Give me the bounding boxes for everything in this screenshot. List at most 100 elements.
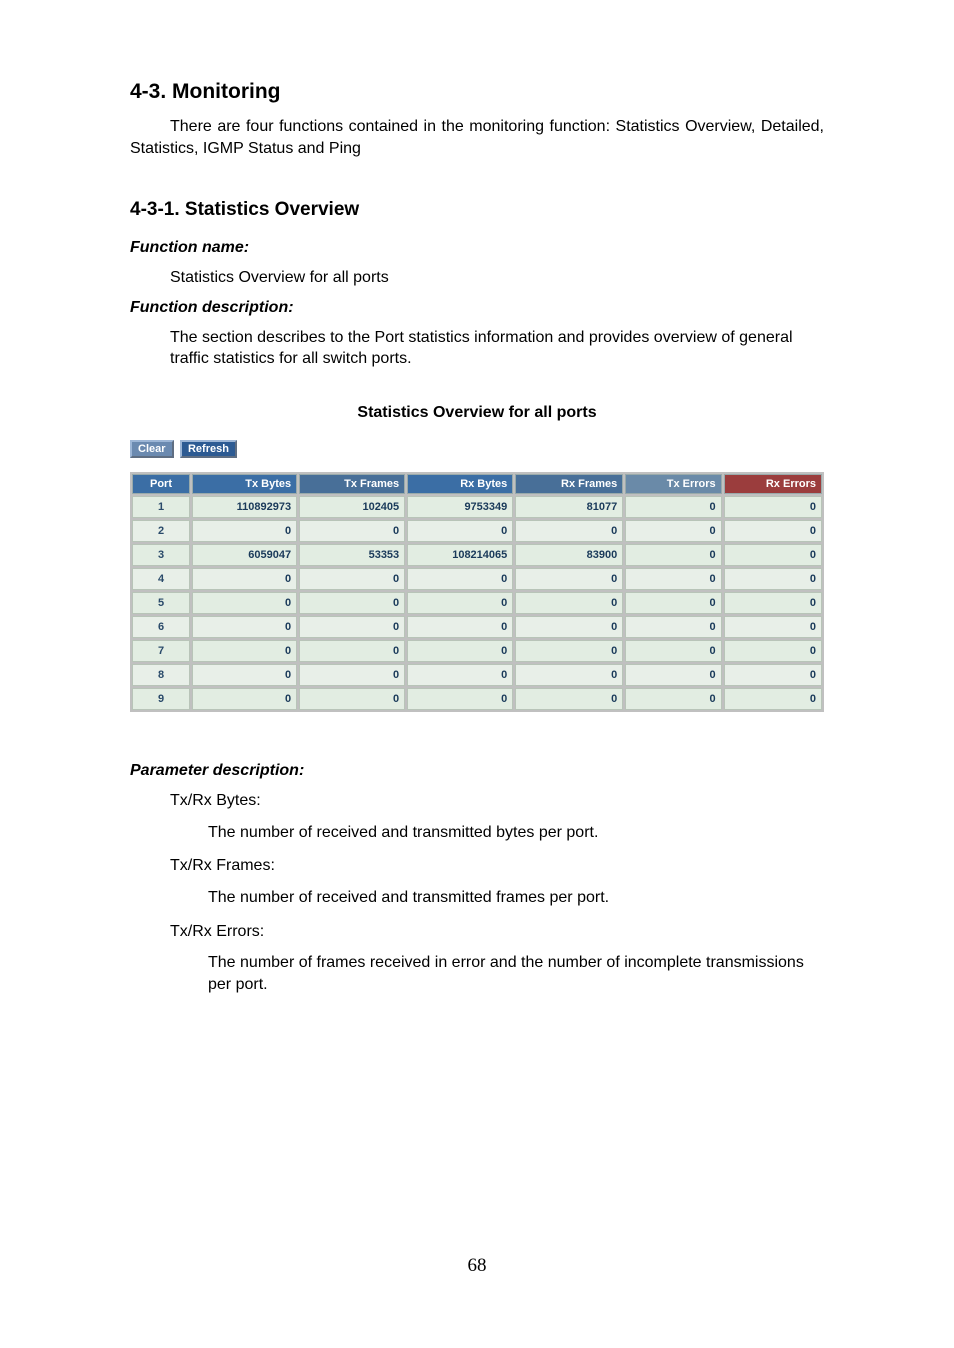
- col-tx-errors: Tx Errors: [625, 474, 721, 494]
- cell-rx_bytes: 0: [407, 568, 513, 590]
- cell-tx_errors: 0: [625, 520, 721, 542]
- cell-port: 8: [132, 664, 190, 686]
- param-name: Tx/Rx Bytes:: [170, 790, 824, 812]
- cell-rx_errors: 0: [724, 568, 822, 590]
- function-description-label: Function description:: [130, 299, 824, 317]
- table-row: 8000000: [132, 664, 822, 686]
- intro-text: There are four functions contained in th…: [130, 118, 824, 157]
- cell-tx_errors: 0: [625, 616, 721, 638]
- cell-tx_frames: 102405: [299, 496, 405, 518]
- cell-rx_errors: 0: [724, 640, 822, 662]
- cell-port: 6: [132, 616, 190, 638]
- function-name-text: Statistics Overview for all ports: [170, 267, 824, 289]
- cell-rx_errors: 0: [724, 592, 822, 614]
- cell-rx_errors: 0: [724, 664, 822, 686]
- param-desc: The number of frames received in error a…: [208, 952, 824, 995]
- cell-rx_bytes: 0: [407, 592, 513, 614]
- cell-port: 3: [132, 544, 190, 566]
- param-desc: The number of received and transmitted b…: [208, 822, 824, 844]
- col-tx-frames: Tx Frames: [299, 474, 405, 494]
- param-name: Tx/Rx Frames:: [170, 855, 824, 877]
- cell-rx_bytes: 0: [407, 520, 513, 542]
- cell-rx_errors: 0: [724, 616, 822, 638]
- cell-rx_frames: 0: [515, 592, 623, 614]
- intro-paragraph: There are four functions contained in th…: [130, 116, 824, 159]
- table-row: 9000000: [132, 688, 822, 710]
- function-name-label: Function name:: [130, 239, 824, 257]
- cell-tx_bytes: 6059047: [192, 544, 297, 566]
- cell-rx_frames: 0: [515, 664, 623, 686]
- table-header-row: Port Tx Bytes Tx Frames Rx Bytes Rx Fram…: [132, 474, 822, 494]
- cell-rx_bytes: 9753349: [407, 496, 513, 518]
- cell-rx_bytes: 0: [407, 664, 513, 686]
- cell-tx_bytes: 0: [192, 688, 297, 710]
- table-row: 7000000: [132, 640, 822, 662]
- cell-port: 4: [132, 568, 190, 590]
- cell-port: 7: [132, 640, 190, 662]
- cell-rx_errors: 0: [724, 688, 822, 710]
- cell-tx_errors: 0: [625, 544, 721, 566]
- cell-tx_errors: 0: [625, 592, 721, 614]
- cell-rx_frames: 0: [515, 688, 623, 710]
- table-row: 5000000: [132, 592, 822, 614]
- cell-tx_frames: 0: [299, 616, 405, 638]
- col-rx-bytes: Rx Bytes: [407, 474, 513, 494]
- function-description-text: The section describes to the Port statis…: [170, 327, 824, 370]
- param-desc: The number of received and transmitted f…: [208, 887, 824, 909]
- cell-tx_errors: 0: [625, 664, 721, 686]
- cell-rx_errors: 0: [724, 520, 822, 542]
- cell-rx_frames: 81077: [515, 496, 623, 518]
- cell-tx_bytes: 0: [192, 592, 297, 614]
- cell-tx_frames: 0: [299, 592, 405, 614]
- cell-tx_frames: 0: [299, 664, 405, 686]
- col-tx-bytes: Tx Bytes: [192, 474, 297, 494]
- cell-tx_bytes: 0: [192, 640, 297, 662]
- cell-tx_errors: 0: [625, 688, 721, 710]
- cell-tx_errors: 0: [625, 640, 721, 662]
- refresh-button[interactable]: Refresh: [180, 440, 237, 458]
- heading-4-3: 4-3. Monitoring: [130, 80, 824, 104]
- table-row: 2000000: [132, 520, 822, 542]
- cell-rx_frames: 83900: [515, 544, 623, 566]
- cell-tx_bytes: 0: [192, 568, 297, 590]
- statistics-overview-screenshot: Statistics Overview for all ports Clear …: [130, 404, 824, 712]
- screenshot-title: Statistics Overview for all ports: [130, 404, 824, 422]
- heading-4-3-1: 4-3-1. Statistics Overview: [130, 199, 824, 221]
- cell-port: 9: [132, 688, 190, 710]
- cell-tx_frames: 53353: [299, 544, 405, 566]
- cell-port: 5: [132, 592, 190, 614]
- table-row: 36059047533531082140658390000: [132, 544, 822, 566]
- col-rx-frames: Rx Frames: [515, 474, 623, 494]
- cell-rx_frames: 0: [515, 616, 623, 638]
- cell-rx_bytes: 108214065: [407, 544, 513, 566]
- table-row: 6000000: [132, 616, 822, 638]
- cell-tx_errors: 0: [625, 496, 721, 518]
- table-row: 4000000: [132, 568, 822, 590]
- cell-tx_frames: 0: [299, 568, 405, 590]
- cell-rx_errors: 0: [724, 544, 822, 566]
- cell-tx_errors: 0: [625, 568, 721, 590]
- cell-rx_frames: 0: [515, 520, 623, 542]
- parameter-description-label: Parameter description:: [130, 762, 824, 780]
- cell-tx_frames: 0: [299, 520, 405, 542]
- cell-tx_bytes: 0: [192, 664, 297, 686]
- clear-button[interactable]: Clear: [130, 440, 174, 458]
- cell-rx_bytes: 0: [407, 640, 513, 662]
- cell-tx_bytes: 0: [192, 616, 297, 638]
- cell-tx_bytes: 110892973: [192, 496, 297, 518]
- button-row: Clear Refresh: [130, 440, 824, 458]
- cell-tx_frames: 0: [299, 640, 405, 662]
- cell-rx_bytes: 0: [407, 616, 513, 638]
- cell-rx_bytes: 0: [407, 688, 513, 710]
- cell-tx_frames: 0: [299, 688, 405, 710]
- table-row: 111089297310240597533498107700: [132, 496, 822, 518]
- cell-rx_errors: 0: [724, 496, 822, 518]
- page-number: 68: [130, 1255, 824, 1277]
- statistics-table: Port Tx Bytes Tx Frames Rx Bytes Rx Fram…: [130, 472, 824, 712]
- cell-rx_frames: 0: [515, 640, 623, 662]
- cell-tx_bytes: 0: [192, 520, 297, 542]
- cell-rx_frames: 0: [515, 568, 623, 590]
- cell-port: 2: [132, 520, 190, 542]
- cell-port: 1: [132, 496, 190, 518]
- col-rx-errors: Rx Errors: [724, 474, 822, 494]
